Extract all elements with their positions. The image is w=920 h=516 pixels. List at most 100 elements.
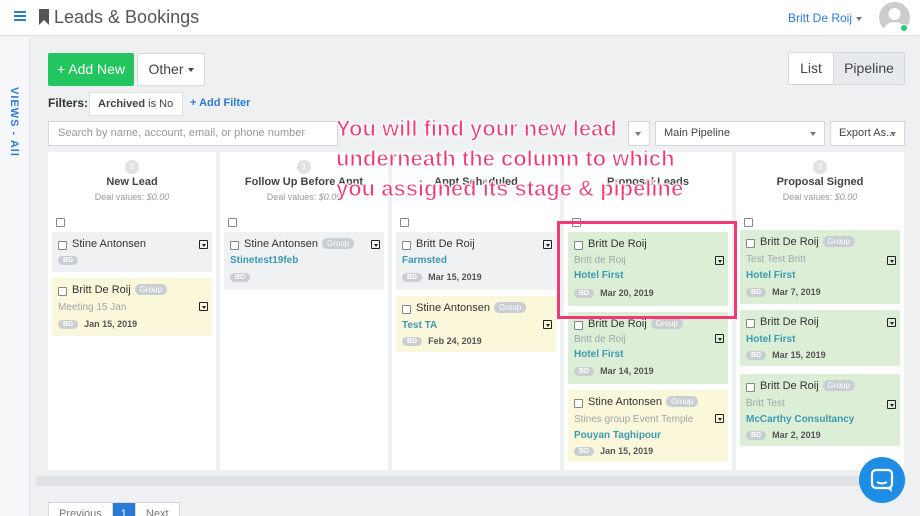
lead-contact: Britt De Roij Group (72, 284, 167, 296)
lead-account-link[interactable]: Hotel First (746, 334, 795, 345)
column-title: Proposal Signed (776, 176, 864, 188)
card-checkbox[interactable] (58, 287, 67, 296)
lead-card[interactable]: Britt De Roij Group Britt de Roij Hotel F… (568, 312, 728, 384)
lead-contact: Britt De Roij (760, 316, 819, 328)
chevron-down-icon (810, 132, 816, 136)
pipeline-column-new-lead: 2 New Lead Deal values: $0.00 Stine Anto… (48, 152, 216, 470)
card-checkbox[interactable] (746, 319, 755, 328)
lead-account-link[interactable]: Stinetest19feb (230, 255, 298, 266)
view-toggle: List Pipeline (788, 52, 905, 85)
pipeline-view-button[interactable]: Pipeline (834, 53, 904, 84)
card-checkbox[interactable] (58, 241, 67, 250)
lead-contact: Britt De Roij Group (760, 236, 855, 248)
card-meta: BD (58, 255, 84, 265)
lead-description: Meeting 15 Jan (58, 302, 127, 313)
card-meta: BD Jan 15, 2019 (574, 446, 653, 456)
lead-account-link[interactable]: Hotel First (574, 349, 623, 360)
previous-page-button[interactable]: Previous (49, 503, 113, 516)
column-select-checkbox[interactable] (228, 218, 237, 227)
lead-card[interactable]: Britt De Roij Group Britt Test McCarthy C… (740, 374, 900, 446)
card-meta: BD Mar 7, 2019 (746, 287, 821, 297)
card-menu-icon[interactable] (543, 240, 552, 249)
group-badge: Group (822, 380, 855, 391)
card-checkbox[interactable] (574, 321, 583, 330)
annotation-line: You will find your new lead (335, 116, 617, 142)
column-select-checkbox[interactable] (400, 218, 409, 227)
lead-contact: Britt De Roij Group (760, 380, 855, 392)
search-input[interactable]: Search by name, account, email, or phone… (48, 121, 338, 146)
card-meta: BD Mar 14, 2019 (574, 366, 654, 376)
filter-chip-archived[interactable]: Archived is No (89, 92, 183, 116)
horizontal-scrollbar[interactable] (36, 476, 906, 486)
card-checkbox[interactable] (230, 241, 239, 250)
card-meta: BD Feb 24, 2019 (402, 336, 482, 346)
annotation-line: you assigned its stage & pipeline (335, 176, 684, 202)
page-1-button[interactable]: 1 (112, 503, 136, 516)
top-bar: Leads & Bookings Britt De Roij (0, 0, 920, 36)
card-menu-icon[interactable] (371, 240, 380, 249)
user-menu[interactable]: Britt De Roij (788, 11, 862, 25)
highlight-box (557, 221, 737, 319)
column-select-checkbox[interactable] (56, 218, 65, 227)
lead-description: Britt de Roij (574, 334, 626, 345)
other-dropdown-button[interactable]: Other (137, 53, 205, 86)
lead-card[interactable]: Britt De Roij Farmsted BD Mar 15, 2019 (396, 232, 556, 290)
lead-card[interactable]: Stine Antonsen Group Stinetest19feb BD (224, 232, 384, 290)
column-select-checkbox[interactable] (744, 218, 753, 227)
lead-account-link[interactable]: Test TA (402, 320, 437, 331)
other-label: Other (148, 61, 184, 77)
menu-icon[interactable] (14, 11, 26, 21)
card-checkbox[interactable] (402, 241, 411, 250)
lead-account-link[interactable]: McCarthy Consultancy (746, 414, 854, 425)
group-badge: Group (666, 396, 699, 407)
lead-contact: Stine Antonsen (72, 238, 147, 250)
lead-card[interactable]: Britt De Roij Hotel First BD Mar 15, 2019 (740, 310, 900, 366)
pipeline-column-proposal-signed: 3 Proposal Signed Deal values: $0.00 Bri… (736, 152, 904, 470)
lead-account-link[interactable]: Farmsted (402, 255, 447, 266)
lead-card[interactable]: Stine Antonsen BD (52, 232, 212, 272)
card-checkbox[interactable] (746, 383, 755, 392)
filter-field: Archived (98, 98, 146, 110)
chevron-down-icon (890, 132, 896, 136)
lead-account-link[interactable]: Hotel First (746, 270, 795, 281)
card-meta: BD Mar 15, 2019 (746, 350, 826, 360)
card-menu-icon[interactable] (715, 334, 724, 343)
lead-card[interactable]: Britt De Roij Group Test Test Britt Hotel… (740, 230, 900, 304)
export-label: Export As... (839, 127, 896, 139)
card-checkbox[interactable] (746, 239, 755, 248)
group-badge: Group (822, 236, 855, 247)
card-checkbox[interactable] (574, 399, 583, 408)
lead-card[interactable]: Stine Antonsen Group Stines group Event T… (568, 390, 728, 462)
group-badge: Group (134, 284, 167, 295)
card-menu-icon[interactable] (715, 414, 724, 423)
group-badge: Group (494, 302, 527, 313)
card-menu-icon[interactable] (199, 240, 208, 249)
card-menu-icon[interactable] (887, 400, 896, 409)
page-title: Leads & Bookings (54, 7, 200, 27)
card-meta: BD (230, 272, 256, 282)
card-meta: BD Mar 15, 2019 (402, 272, 482, 282)
card-menu-icon[interactable] (887, 318, 896, 327)
next-page-button[interactable]: Next (136, 503, 179, 516)
card-meta: BD Jan 15, 2019 (58, 319, 137, 329)
list-view-button[interactable]: List (789, 53, 834, 84)
filter-value: is No (145, 98, 174, 110)
add-new-button[interactable]: + Add New (48, 53, 134, 86)
views-sidebar[interactable]: VIEWS - All (0, 37, 30, 516)
lead-account-link[interactable]: Pouyan Taghipour (574, 430, 661, 441)
card-menu-icon[interactable] (543, 320, 552, 329)
chat-launcher-button[interactable] (859, 457, 905, 503)
column-deal-values: Deal values: $0.00 (94, 192, 170, 202)
lead-card[interactable]: Britt De Roij Group Meeting 15 Jan BD Jan … (52, 278, 212, 336)
card-checkbox[interactable] (402, 305, 411, 314)
online-status-dot (900, 24, 908, 32)
export-dropdown[interactable]: Export As... (830, 121, 905, 146)
card-menu-icon[interactable] (199, 302, 208, 311)
group-badge: Group (322, 238, 355, 249)
lead-card[interactable]: Stine Antonsen Group Test TA BD Feb 24, 20… (396, 296, 556, 352)
chevron-down-icon (856, 16, 862, 21)
card-menu-icon[interactable] (887, 256, 896, 265)
add-filter-link[interactable]: + Add Filter (190, 97, 250, 109)
chevron-down-icon (187, 68, 194, 73)
lead-contact: Stine Antonsen Group (416, 302, 527, 314)
